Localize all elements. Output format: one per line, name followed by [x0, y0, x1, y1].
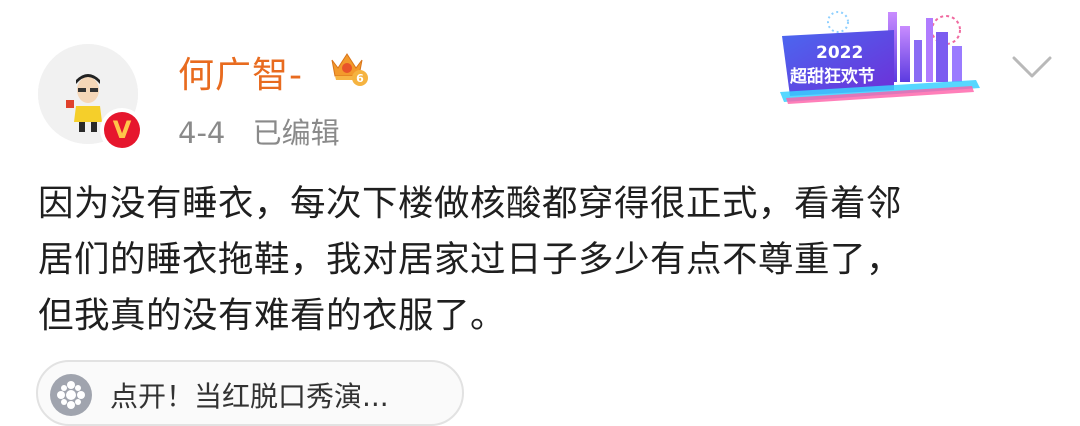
film-reel-icon	[50, 374, 92, 416]
verified-icon: V	[104, 112, 140, 148]
post-date: 4-4	[178, 116, 226, 150]
post-meta: 4-4 已编辑	[178, 110, 340, 152]
vip-level: 6	[356, 72, 364, 85]
video-link-card[interactable]: 点开！当红脱口秀演...	[36, 360, 464, 426]
post-text: 因为没有睡衣，每次下楼做核酸都穿得很正式，看着邻 居们的睡衣拖鞋，我对居家过日子…	[38, 176, 1048, 344]
username[interactable]: 何广智-	[178, 46, 303, 98]
link-card-text[interactable]: 点开！当红脱口秀演...	[110, 375, 389, 415]
banner-year: 2022	[816, 43, 863, 63]
event-banner[interactable]: 2022 超甜狂欢节	[776, 6, 990, 106]
verified-badge: V	[100, 108, 144, 152]
crown-icon[interactable]: 6	[326, 46, 368, 88]
post-text-line: 但我真的没有难看的衣服了。	[38, 295, 507, 336]
banner-title: 超甜狂欢节	[790, 66, 875, 87]
chevron-down-icon[interactable]	[1010, 52, 1054, 84]
post-text-line: 居们的睡衣拖鞋，我对居家过日子多少有点不尊重了，	[38, 239, 903, 280]
edited-label[interactable]: 已编辑	[253, 116, 340, 150]
post-text-line: 因为没有睡衣，每次下楼做核酸都穿得很正式，看着邻	[38, 183, 903, 224]
